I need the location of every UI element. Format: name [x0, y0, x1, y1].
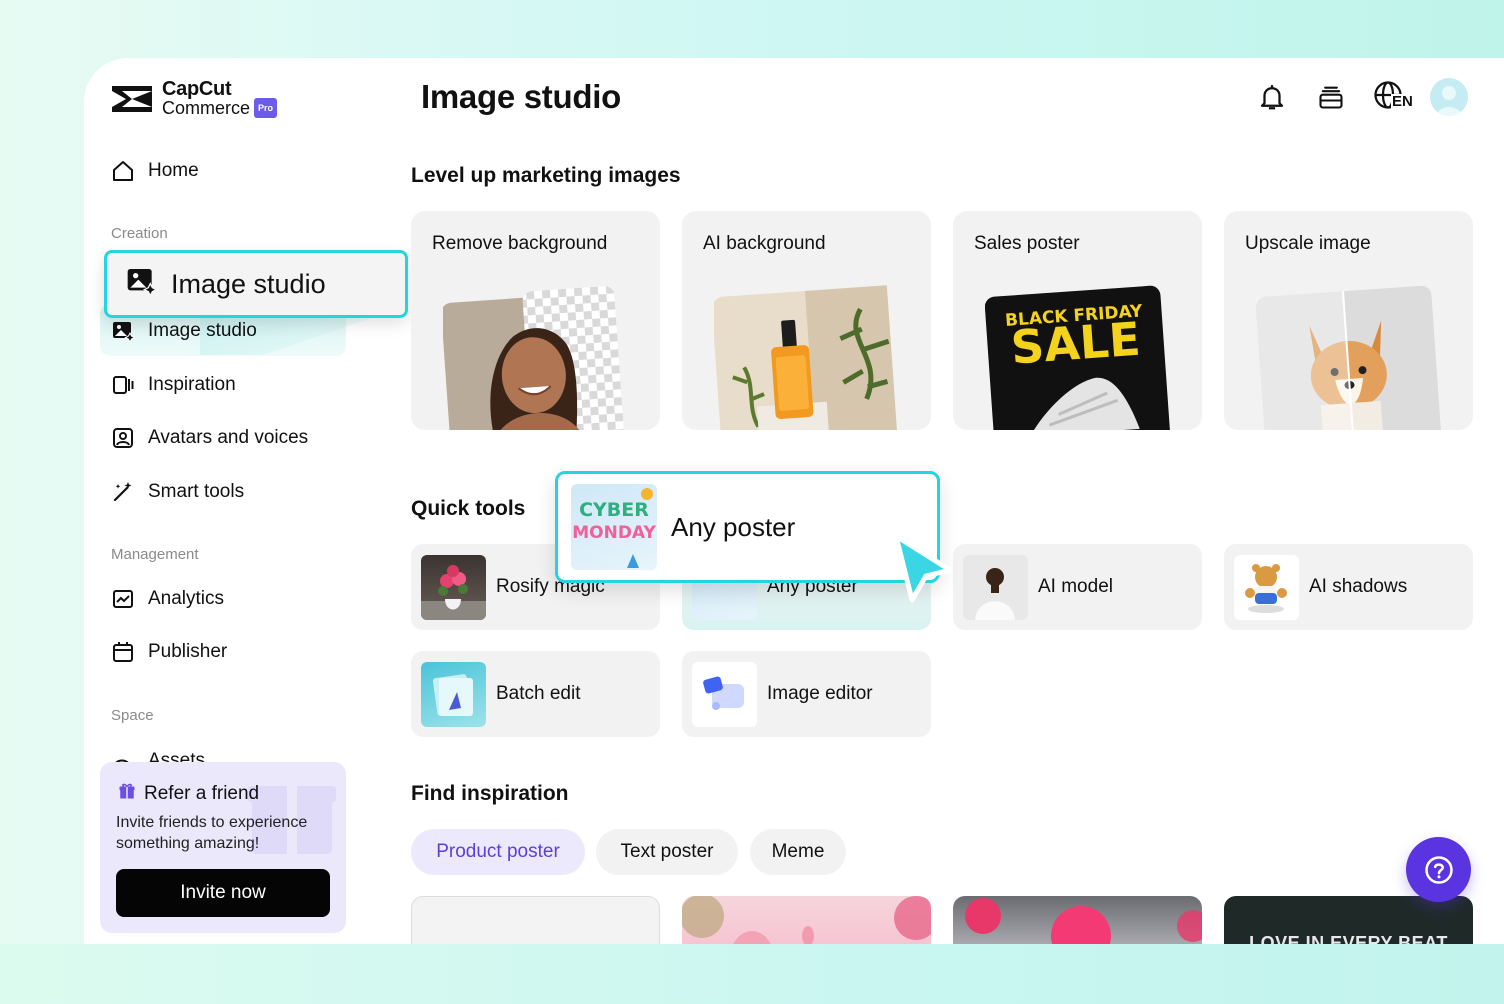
tool-ai-shadows[interactable]: AI shadows	[1224, 544, 1473, 630]
image-editor-thumbnail	[692, 661, 757, 727]
tool-label: AI model	[1038, 576, 1113, 597]
thumb-text-2: MONDAY	[572, 523, 656, 543]
inspiration-icon	[110, 372, 136, 398]
brand-sub: Commerce	[162, 98, 251, 118]
help-button[interactable]	[1406, 837, 1471, 902]
card-title: Sales poster	[974, 233, 1080, 254]
card-title: AI background	[703, 233, 826, 254]
card-title: Remove background	[432, 233, 608, 254]
sidebar-item-label: Smart tools	[148, 481, 245, 502]
layers-icon[interactable]	[1314, 80, 1348, 114]
sales-poster-image: BLACK FRIDAY SALE	[985, 285, 1171, 430]
chip-text-poster[interactable]: Text poster	[596, 829, 738, 875]
feature-card-upscale-image[interactable]: Upscale image	[1224, 211, 1473, 430]
card-title: Upscale image	[1245, 233, 1371, 254]
refer-a-friend-card: Refer a friend Invite friends to experie…	[100, 762, 346, 933]
tool-image-editor[interactable]: Image editor	[682, 651, 931, 737]
sidebar-item-smart-tools[interactable]: Smart tools	[110, 477, 244, 507]
callout-label: Any poster	[671, 511, 796, 542]
upscale-image-image	[1256, 285, 1442, 430]
feature-card-remove-background[interactable]: Remove background	[411, 211, 660, 430]
language-label: EN	[1391, 93, 1414, 110]
chip-meme[interactable]: Meme	[750, 829, 846, 875]
capcut-logo-icon	[112, 86, 152, 112]
pro-badge: Pro	[254, 98, 278, 118]
sidebar-item-home[interactable]: Home	[110, 156, 199, 186]
sidebar-item-image-studio[interactable]: Image studio	[110, 316, 257, 346]
home-icon	[110, 158, 136, 184]
feature-card-ai-background[interactable]: AI background	[682, 211, 931, 430]
sidebar-item-publisher[interactable]: Publisher	[110, 637, 227, 667]
section-label-management: Management	[111, 546, 199, 563]
section-title-quick-tools: Quick tools	[411, 497, 526, 520]
sidebar-item-label: Image studio	[148, 320, 257, 341]
calendar-icon	[110, 639, 136, 665]
tool-label: AI shadows	[1309, 576, 1408, 597]
batch-edit-thumbnail	[421, 661, 486, 727]
section-title-find-inspiration: Find inspiration	[411, 782, 569, 805]
feature-card-sales-poster[interactable]: Sales poster BLACK FRIDAY SALE	[953, 211, 1202, 430]
sidebar-item-label: Publisher	[148, 641, 228, 662]
section-title-level-up: Level up marketing images	[411, 164, 681, 187]
refer-title: Refer a friend	[144, 783, 260, 804]
pointer-cursor-icon	[893, 533, 953, 603]
invite-now-button[interactable]: Invite now	[116, 869, 330, 917]
sidebar-item-label: Avatars and voices	[148, 427, 309, 448]
sidebar-item-label: Home	[148, 160, 199, 181]
section-label-creation: Creation	[111, 225, 168, 242]
page-title: Image studio	[421, 78, 621, 115]
magic-wand-icon	[110, 479, 136, 505]
thumb-text-1: CYBER	[579, 499, 649, 521]
tool-label: Image editor	[767, 683, 873, 704]
ai-background-image	[714, 285, 899, 430]
gift-icon	[118, 782, 136, 806]
ai-model-thumbnail	[963, 554, 1028, 620]
user-avatar[interactable]	[1430, 78, 1468, 116]
language-globe-icon[interactable]: EN	[1373, 80, 1417, 114]
image-sparkle-icon	[125, 265, 158, 304]
sidebar-item-inspiration[interactable]: Inspiration	[110, 370, 236, 400]
rosify-thumbnail	[421, 554, 486, 620]
sidebar-item-label: Inspiration	[148, 374, 236, 395]
brand-name: CapCut	[162, 78, 232, 100]
sidebar-item-avatars[interactable]: Avatars and voices	[110, 423, 308, 453]
image-sparkle-icon	[110, 318, 136, 344]
remove-background-image	[443, 286, 625, 430]
section-label-space: Space	[111, 707, 154, 724]
any-poster-callout[interactable]: CYBER MONDAY Any poster	[555, 471, 940, 583]
avatar-icon	[110, 425, 136, 451]
refer-description: Invite friends to experience something a…	[116, 814, 308, 852]
chip-product-poster[interactable]: Product poster	[411, 829, 585, 875]
poster-art-text-2: SALE	[1009, 312, 1142, 375]
analytics-icon	[110, 586, 136, 612]
cyber-monday-thumbnail: CYBER MONDAY	[571, 484, 657, 570]
ai-shadows-thumbnail	[1234, 554, 1299, 620]
bottom-band-overlay	[0, 944, 1504, 1004]
image-studio-callout[interactable]: Image studio	[104, 250, 408, 318]
callout-label: Image studio	[171, 268, 326, 299]
tool-ai-model[interactable]: AI model	[953, 544, 1202, 630]
sidebar-item-analytics[interactable]: Analytics	[110, 584, 224, 614]
question-icon	[1424, 855, 1453, 884]
tool-label: Batch edit	[496, 683, 581, 704]
sidebar-item-label: Analytics	[148, 588, 225, 609]
notification-bell-icon[interactable]	[1255, 80, 1289, 114]
tool-batch-edit[interactable]: Batch edit	[411, 651, 660, 737]
brand-logo[interactable]: CapCut Commerce Pro	[110, 78, 278, 118]
avatar-silhouette-icon	[1436, 86, 1462, 116]
